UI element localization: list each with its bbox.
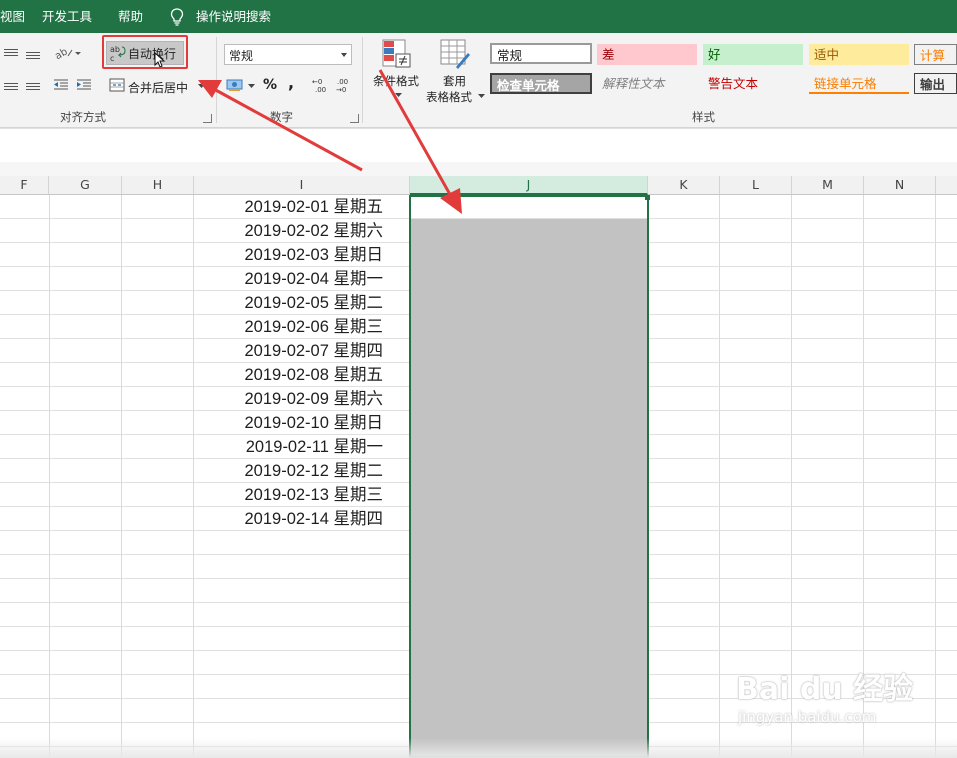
styles-group-label: 样式 <box>692 110 715 124</box>
cell-I-date[interactable]: 2019-02-01 星期五 <box>194 195 408 219</box>
cell-style-check-cell[interactable]: 检查单元格 <box>490 73 592 94</box>
wrap-text-highlight <box>102 35 188 69</box>
accounting-dropdown-icon[interactable] <box>248 84 255 89</box>
conditional-format-icon[interactable] <box>382 39 412 69</box>
comma-style-button[interactable]: , <box>288 73 294 92</box>
watermark-url: jingyan.baidu.com <box>738 708 877 726</box>
number-format-select[interactable]: 常规 <box>224 44 352 65</box>
cell-style-explanatory[interactable]: 解释性文本 <box>597 73 697 94</box>
decrease-decimal-icon[interactable]: .00 →0 <box>335 77 353 93</box>
cell-style-good[interactable]: 好 <box>703 44 803 65</box>
watermark-logo-text: Bai du 经验 <box>736 672 914 707</box>
baidu-jingyan-watermark: Bai du 经验 jingyan.baidu.com <box>728 658 950 748</box>
conditional-format-label[interactable]: 条件格式 <box>373 73 419 89</box>
column-header-J[interactable]: J <box>410 176 648 195</box>
table-format-icon[interactable] <box>440 39 470 69</box>
tell-me-search[interactable]: 操作说明搜索 <box>196 0 271 33</box>
table-format-dropdown-icon[interactable] <box>478 94 485 99</box>
svg-text:.00: .00 <box>337 78 348 86</box>
cell-style-calculation[interactable]: 计算 <box>914 44 957 65</box>
cell-style-linked[interactable]: 链接单元格 <box>809 73 909 94</box>
align-middle-icon[interactable] <box>4 47 18 58</box>
column-header-F[interactable]: F <box>0 176 49 194</box>
table-format-label-2[interactable]: 表格格式 <box>426 89 472 105</box>
increase-decimal-icon[interactable]: ←0 .00 <box>312 77 330 93</box>
merge-center-icon[interactable] <box>109 78 125 92</box>
orientation-icon[interactable]: ab <box>55 46 81 60</box>
number-launcher-icon[interactable] <box>350 114 359 123</box>
grid-line <box>121 195 122 758</box>
column-header-G[interactable]: G <box>49 176 122 194</box>
cell-I-date[interactable]: 2019-02-13 星期三 <box>194 483 408 507</box>
merge-dropdown-icon[interactable] <box>198 84 205 89</box>
fill-handle[interactable] <box>645 195 650 200</box>
cell-I-date[interactable]: 2019-02-11 星期一 <box>194 435 408 459</box>
column-headers: F G H I J K L M N <box>0 176 957 195</box>
selected-column-J[interactable] <box>409 195 649 758</box>
menu-help[interactable]: 帮助 <box>118 0 143 33</box>
column-header-N[interactable]: N <box>864 176 936 194</box>
group-divider <box>362 37 363 123</box>
column-header-H[interactable]: H <box>122 176 194 194</box>
ribbon: ab ab c 自动换行 合并后居中 对齐方式 常规 % , ←0 .00 .0… <box>0 33 957 128</box>
menu-view[interactable]: 视图 <box>0 0 25 33</box>
accounting-format-icon[interactable] <box>226 78 244 92</box>
align-right-icon[interactable] <box>26 81 40 92</box>
cell-I-date[interactable]: 2019-02-03 星期日 <box>194 243 408 267</box>
align-bottom-icon[interactable] <box>26 50 40 61</box>
cell-I-date[interactable]: 2019-02-12 星期二 <box>194 459 408 483</box>
align-center-icon[interactable] <box>4 81 18 92</box>
cell-style-warning[interactable]: 警告文本 <box>703 73 803 94</box>
percent-style-button[interactable]: % <box>263 77 277 93</box>
group-divider <box>216 37 217 123</box>
grid-line <box>49 195 50 758</box>
svg-text:ab: ab <box>55 46 70 60</box>
table-format-label-1[interactable]: 套用 <box>443 73 466 89</box>
cell-style-output[interactable]: 输出 <box>914 73 957 94</box>
menu-developer[interactable]: 开发工具 <box>42 0 92 33</box>
number-group-label: 数字 <box>270 110 293 124</box>
column-header-L[interactable]: L <box>720 176 792 194</box>
svg-text:←0: ←0 <box>312 78 322 86</box>
svg-text:→0: →0 <box>336 86 346 93</box>
menu-bar: 视图 开发工具 帮助 操作说明搜索 <box>0 0 957 33</box>
formula-bar[interactable] <box>0 128 957 163</box>
cell-I-date[interactable]: 2019-02-04 星期一 <box>194 267 408 291</box>
cell-I-date[interactable]: 2019-02-05 星期二 <box>194 291 408 315</box>
cell-I-date[interactable]: 2019-02-06 星期三 <box>194 315 408 339</box>
merge-center-label[interactable]: 合并后居中 <box>128 79 188 96</box>
conditional-format-dropdown-icon[interactable] <box>395 93 402 98</box>
cell-I-date[interactable]: 2019-02-02 星期六 <box>194 219 408 243</box>
cell-style-bad[interactable]: 差 <box>597 44 697 65</box>
column-header-I[interactable]: I <box>194 176 410 194</box>
increase-indent-icon[interactable] <box>76 78 92 92</box>
column-header-M[interactable]: M <box>792 176 864 194</box>
cell-I-date[interactable]: 2019-02-10 星期日 <box>194 411 408 435</box>
alignment-launcher-icon[interactable] <box>203 114 212 123</box>
cell-I-date[interactable]: 2019-02-07 星期四 <box>194 339 408 363</box>
number-format-value: 常规 <box>229 49 254 63</box>
cell-style-neutral[interactable]: 适中 <box>809 44 909 65</box>
decrease-indent-icon[interactable] <box>53 78 69 92</box>
cell-I-date[interactable]: 2019-02-09 星期六 <box>194 387 408 411</box>
sheet-top-spacer <box>0 162 957 176</box>
column-header-K[interactable]: K <box>648 176 720 194</box>
lightbulb-icon[interactable] <box>170 8 184 26</box>
cell-I-date[interactable]: 2019-02-14 星期四 <box>194 507 408 531</box>
alignment-group-label: 对齐方式 <box>60 110 106 124</box>
grid-line <box>719 195 720 758</box>
cell-style-normal[interactable]: 常规 <box>490 43 592 64</box>
cell-I-date[interactable]: 2019-02-08 星期五 <box>194 363 408 387</box>
svg-text:.00: .00 <box>315 86 326 93</box>
